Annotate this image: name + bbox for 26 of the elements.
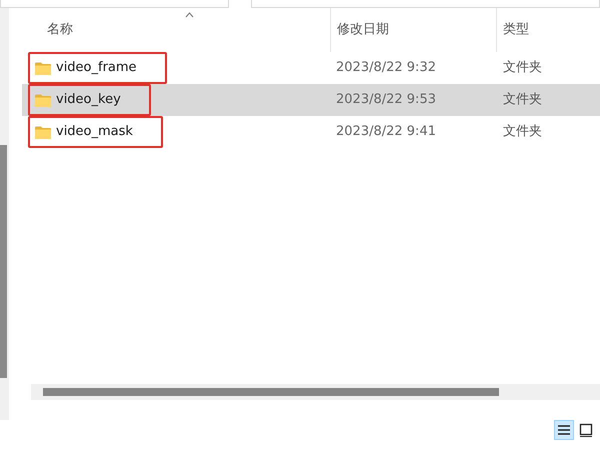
sort-caret-icon <box>185 12 194 18</box>
file-row[interactable]: video_frame 2023/8/22 9:32 文件夹 <box>22 52 600 84</box>
file-type: 文件夹 <box>502 123 543 142</box>
file-row[interactable]: video_key 2023/8/22 9:53 文件夹 <box>22 84 600 116</box>
file-type: 文件夹 <box>502 59 543 78</box>
folder-icon <box>35 94 51 106</box>
file-name: video_frame <box>56 59 137 78</box>
column-header[interactable]: 类型 <box>496 8 600 52</box>
list-icon <box>557 424 571 436</box>
column-header[interactable]: 名称 <box>22 8 330 52</box>
file-name: video_mask <box>56 123 133 142</box>
modified-date: 2023/8/22 9:41 <box>335 123 437 142</box>
square-icon <box>579 423 593 437</box>
file-name: video_key <box>56 91 121 110</box>
file-row[interactable]: video_mask 2023/8/22 9:41 文件夹 <box>22 116 600 148</box>
navigation-scrollbar[interactable] <box>0 8 9 420</box>
horizontal-scrollbar[interactable] <box>31 384 600 400</box>
folder-icon <box>35 126 51 138</box>
modified-date: 2023/8/22 9:53 <box>335 91 437 110</box>
column-header[interactable]: 修改日期 <box>330 8 496 52</box>
search-field[interactable] <box>251 0 600 8</box>
details-view-button[interactable] <box>554 420 574 440</box>
folder-icon <box>35 62 51 74</box>
address-field[interactable] <box>0 0 230 8</box>
file-type: 文件夹 <box>502 91 543 110</box>
modified-date: 2023/8/22 9:32 <box>335 59 437 78</box>
